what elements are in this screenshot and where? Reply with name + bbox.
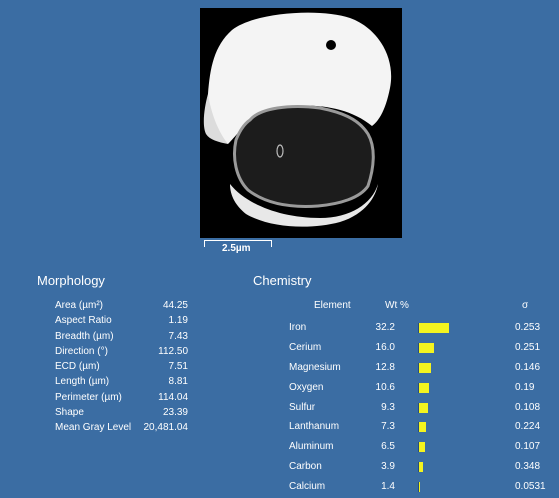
morphology-row: ECD (µm) 7.51 (55, 359, 195, 374)
element-name: Magnesium (289, 361, 341, 373)
morphology-row: Perimeter (µm) 114.04 (55, 390, 195, 405)
sigma-value: 0.146 (515, 361, 541, 373)
wt-bar-fill (418, 342, 434, 353)
wt-bar-fill (418, 323, 449, 333)
sigma-value: 0.108 (515, 401, 541, 413)
sigma-value: 0.251 (515, 341, 541, 353)
morphology-row: Mean Gray Level 20,481.04 (55, 420, 195, 435)
morphology-value: 114.04 (158, 391, 188, 403)
element-name: Aluminum (289, 441, 334, 453)
wt-bar (418, 342, 458, 353)
morphology-row: Area (µm²) 44.25 (55, 298, 195, 313)
chemistry-row: Cerium 16.0 0.251 (289, 338, 551, 358)
wt-bar-fill (418, 402, 428, 413)
wt-bar (418, 462, 458, 473)
morphology-label: Length (µm) (55, 376, 110, 388)
morphology-label: ECD (µm) (55, 361, 100, 373)
morphology-label: Direction (°) (55, 345, 108, 357)
morphology-table: Area (µm²) 44.25 Aspect Ratio 1.19 Breadth… (55, 298, 195, 436)
morphology-row: Direction (°) 112.50 (55, 344, 195, 359)
chemistry-title: Chemistry (253, 273, 312, 288)
sigma-value: 0.224 (515, 421, 541, 433)
element-name: Carbon (289, 461, 322, 473)
morphology-label: Aspect Ratio (55, 315, 112, 327)
morphology-value: 7.51 (168, 361, 188, 373)
wt-percent: 3.9 (381, 461, 395, 473)
wt-bar (418, 323, 458, 333)
wt-bar-fill (418, 362, 431, 373)
chemistry-header-sigma: σ (522, 300, 529, 311)
morphology-row: Shape 23.39 (55, 405, 195, 420)
scale-bar: 2.5µm (204, 240, 272, 254)
wt-bar (418, 482, 458, 493)
element-name: Oxygen (289, 381, 324, 393)
morphology-row: Aspect Ratio 1.19 (55, 313, 195, 328)
chemistry-row: Lanthanum 7.3 0.224 (289, 417, 551, 437)
wt-percent: 12.8 (375, 361, 395, 373)
sigma-value: 0.348 (515, 461, 541, 473)
morphology-label: Area (µm²) (55, 300, 103, 311)
wt-bar (418, 362, 458, 373)
morphology-label: Mean Gray Level (55, 422, 132, 434)
morphology-value: 44.25 (162, 300, 188, 311)
morphology-title: Morphology (37, 273, 105, 288)
wt-bar (418, 402, 458, 413)
wt-bar-fill (418, 442, 425, 453)
particle-image (200, 8, 402, 238)
morphology-value: 7.43 (168, 330, 188, 342)
chemistry-row: Sulfur 9.3 0.108 (289, 398, 551, 418)
chemistry-row: Iron 32.2 0.253 (289, 318, 551, 338)
chemistry-row: Carbon 3.9 0.348 (289, 457, 551, 477)
chemistry-table: Iron 32.2 0.253 Cerium 16.0 0.251 Magnesium 1… (289, 318, 551, 497)
chemistry-row: Magnesium 12.8 0.146 (289, 358, 551, 378)
wt-percent: 7.3 (381, 421, 395, 433)
sigma-value: 0.0531 (515, 481, 546, 493)
sigma-value: 0.19 (515, 381, 535, 393)
element-name: Lanthanum (289, 421, 340, 433)
wt-bar (418, 422, 458, 433)
wt-percent: 6.5 (381, 441, 395, 453)
morphology-value: 20,481.04 (143, 422, 189, 434)
morphology-label: Shape (55, 407, 84, 419)
chemistry-row: Oxygen 10.6 0.19 (289, 378, 551, 398)
chemistry-header-wt: Wt % (385, 300, 409, 311)
wt-percent: 1.4 (381, 481, 395, 493)
morphology-value: 23.39 (162, 407, 188, 419)
wt-bar-fill (418, 462, 423, 473)
morphology-value: 112.50 (158, 345, 188, 357)
morphology-row: Breadth (µm) 7.43 (55, 329, 195, 344)
element-name: Calcium (289, 481, 326, 493)
chemistry-header-element: Element (314, 300, 351, 311)
wt-bar (418, 442, 458, 453)
element-name: Iron (289, 322, 307, 333)
chemistry-row: Aluminum 6.5 0.107 (289, 437, 551, 457)
morphology-label: Perimeter (µm) (55, 391, 122, 403)
chemistry-row: Calcium 1.4 0.0531 (289, 477, 551, 497)
wt-bar-fill (418, 482, 420, 493)
morphology-value: 1.19 (168, 315, 188, 327)
scale-bar-label: 2.5µm (222, 243, 251, 254)
sigma-value: 0.107 (515, 441, 541, 453)
morphology-value: 8.81 (168, 376, 188, 388)
wt-percent: 9.3 (381, 401, 395, 413)
wt-bar-fill (418, 422, 426, 433)
morphology-row: Length (µm) 8.81 (55, 374, 195, 389)
wt-bar (418, 382, 458, 393)
wt-bar-fill (418, 382, 429, 393)
element-name: Cerium (289, 341, 322, 353)
morphology-label: Breadth (µm) (55, 330, 114, 342)
wt-percent: 32.2 (375, 322, 395, 333)
wt-percent: 16.0 (375, 341, 395, 353)
element-name: Sulfur (289, 401, 316, 413)
wt-percent: 10.6 (375, 381, 395, 393)
sigma-value: 0.253 (515, 322, 541, 333)
